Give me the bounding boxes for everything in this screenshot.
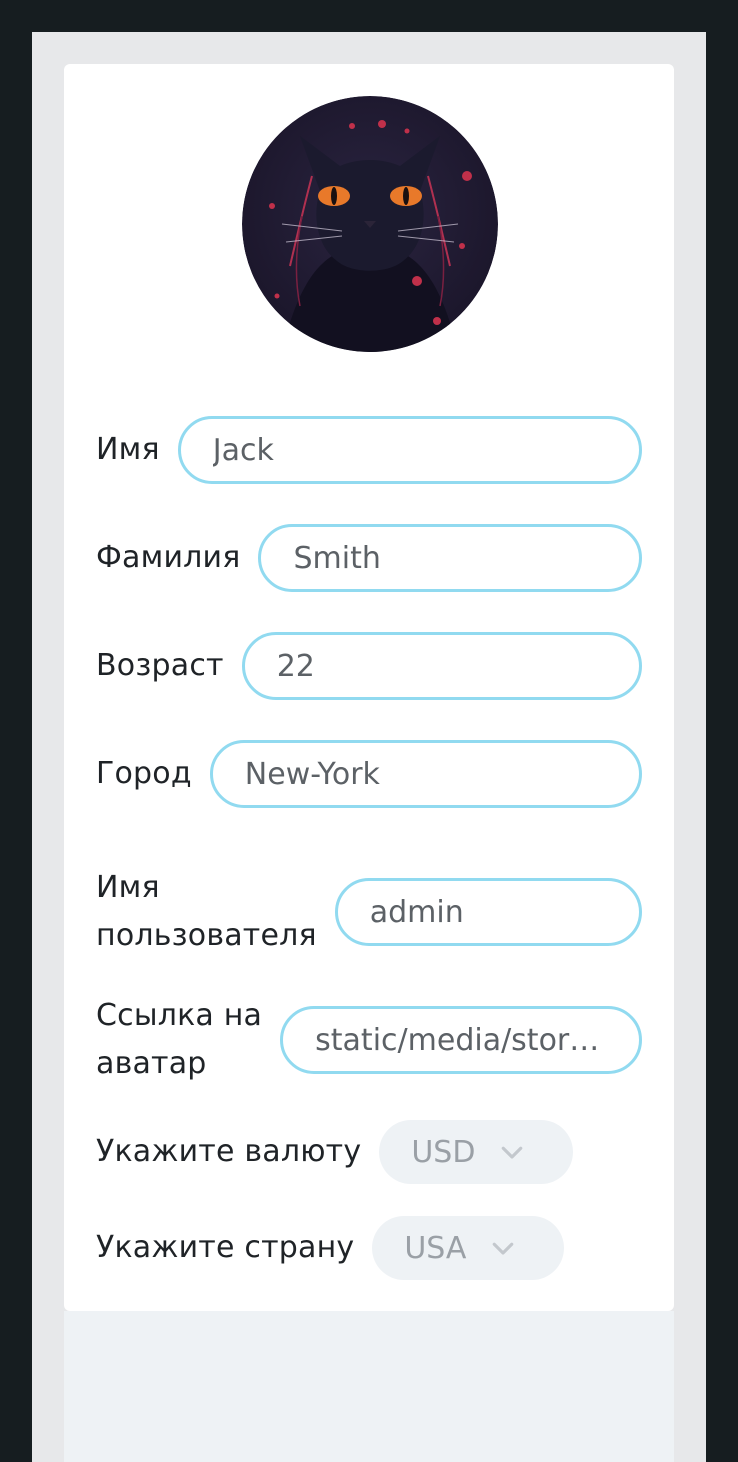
avatar-link-input[interactable] (280, 1006, 642, 1074)
avatar-link-label-line1: Ссылка на (96, 998, 263, 1033)
country-select[interactable]: USA (372, 1216, 565, 1280)
currency-label: Укажите валюту (96, 1134, 362, 1169)
currency-select[interactable]: USD (379, 1120, 574, 1184)
chevron-down-icon (493, 1242, 514, 1255)
first-name-label: Имя (96, 432, 160, 467)
currency-row: Укажите валюту USD (96, 1120, 642, 1184)
age-row: Возраст (96, 632, 642, 700)
first-name-input[interactable] (177, 416, 642, 484)
username-row: Имя пользователя (96, 864, 642, 960)
last-name-row: Фамилия (96, 524, 642, 592)
last-name-input[interactable] (258, 524, 642, 592)
username-label-line2: пользователя (96, 918, 317, 953)
username-label: Имя пользователя (96, 864, 335, 960)
avatar-link-row: Ссылка на аватар (96, 992, 642, 1088)
currency-selected-value: USD (411, 1134, 476, 1170)
country-row: Укажите страну USA (96, 1216, 642, 1280)
age-input[interactable] (241, 632, 642, 700)
avatar-link-label-line2: аватар (96, 1046, 207, 1081)
city-input[interactable] (209, 740, 642, 808)
city-label: Город (96, 756, 192, 791)
first-name-row: Имя (96, 416, 642, 484)
last-name-label: Фамилия (96, 540, 241, 575)
chevron-down-icon (502, 1146, 523, 1159)
username-input[interactable] (334, 878, 642, 946)
age-label: Возраст (96, 648, 224, 683)
avatar-link-label: Ссылка на аватар (96, 992, 280, 1088)
city-row: Город (96, 740, 642, 808)
country-label: Укажите страну (96, 1230, 355, 1265)
username-label-line1: Имя (96, 870, 160, 905)
country-selected-value: USA (404, 1230, 467, 1266)
content-area-below (64, 1311, 674, 1462)
profile-card: Имя Фамилия Возраст Город Имя пользовате… (64, 64, 674, 1311)
avatar-image (242, 96, 498, 352)
